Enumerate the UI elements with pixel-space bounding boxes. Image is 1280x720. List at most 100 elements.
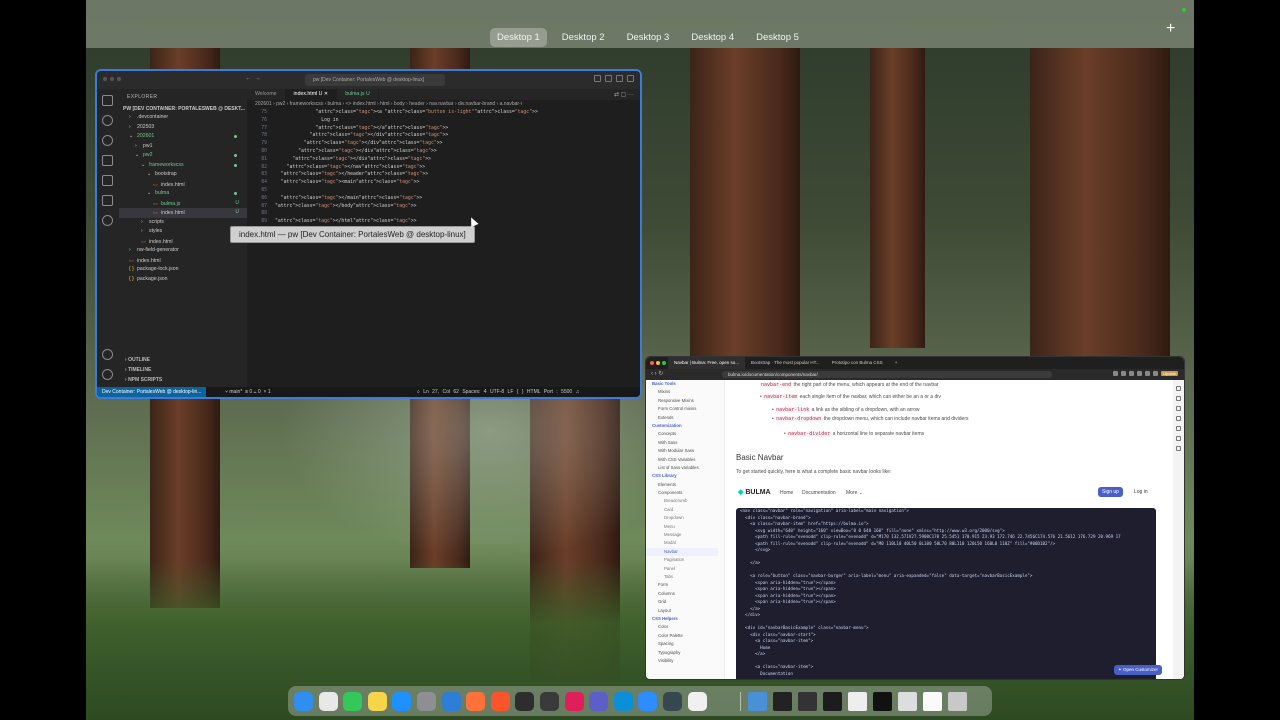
docs-nav-item[interactable]: Card [646, 506, 724, 514]
facetime-icon[interactable] [343, 692, 363, 711]
finder-icon[interactable] [294, 692, 313, 711]
docs-nav-item[interactable]: Basic Tools [646, 380, 724, 388]
bulma-logo[interactable]: ◆ BULMA [738, 488, 771, 496]
console-icon[interactable] [540, 692, 559, 711]
open-customizer-button[interactable]: ✦ Open Customizer [1113, 665, 1162, 675]
code-line[interactable]: 76 Log in [247, 117, 640, 125]
tree-item[interactable]: <> index.html U [119, 208, 247, 218]
code-line[interactable]: 87 "attrc">class="tagc"></body"attrc">cla… [247, 203, 640, 211]
code-line[interactable]: 80 "attrc">class="tagc"></div"attrc">cla… [247, 148, 640, 156]
docs-nav-item[interactable]: Components [646, 489, 724, 497]
tree-item[interactable]: › .devcontainer [119, 113, 247, 123]
command-center-search[interactable]: pw [Dev Container: PortalesWeb @ desktop… [305, 74, 445, 86]
code-line[interactable]: 75 "attrc">class="tagc"><a "attrc">class… [247, 109, 640, 117]
docs-nav-item[interactable]: Extends [646, 414, 724, 422]
code-line[interactable]: 79 "attrc">class="tagc"></div"attrc">cla… [247, 140, 640, 148]
remote-explorer-icon[interactable] [102, 195, 113, 206]
close-icon[interactable]: ✕ [324, 91, 328, 97]
docs-nav-item[interactable]: Spacing [646, 640, 724, 648]
accounts-icon[interactable] [102, 349, 113, 360]
minimized-window-3-icon[interactable] [823, 692, 842, 711]
docs-nav-item[interactable]: Dropdown [646, 514, 724, 522]
firefox-icon[interactable] [466, 692, 486, 711]
notes-icon[interactable] [367, 692, 387, 711]
tree-item[interactable]: <> index.html [119, 256, 247, 266]
manage-gear-icon[interactable] [102, 369, 113, 380]
edge-icon[interactable] [613, 692, 633, 711]
settings-icon[interactable] [417, 692, 436, 711]
docs-nav-item[interactable]: Breadcrumb [646, 497, 724, 505]
teams-icon[interactable] [589, 692, 609, 711]
outline-section[interactable]: › OUTLINE [119, 357, 247, 363]
example-nav-more[interactable]: More ⌄ [846, 490, 863, 496]
tree-item[interactable]: ⌄ pw2 [119, 151, 247, 161]
example-nav-documentation[interactable]: Documentation [802, 490, 836, 496]
rail-tools-icon[interactable] [1176, 416, 1181, 421]
indentation[interactable]: Spaces: 4 [462, 389, 486, 395]
rail-history-icon[interactable] [1176, 406, 1181, 411]
docs-nav-item[interactable]: CSS Library [646, 472, 724, 480]
tree-item[interactable]: › 202503 [119, 123, 247, 133]
history-nav-arrows[interactable]: ← → [245, 75, 261, 82]
rail-apps-icon[interactable] [1176, 426, 1181, 431]
code-sample[interactable]: <nav class="navbar" role="navigation" ar… [736, 508, 1156, 679]
downloads-folder-icon[interactable] [748, 692, 767, 711]
docs-nav-item[interactable]: Elements [646, 481, 724, 489]
breadcrumb[interactable]: 202601 › pw2 › frameworkscss › bulma › <… [247, 100, 640, 109]
zoom-icon[interactable] [638, 692, 658, 711]
docs-nav-item[interactable]: Modal [646, 539, 724, 547]
docs-nav-item[interactable]: Columns [646, 590, 724, 598]
code-line[interactable]: 84 "attrc">class="tagc"><main"attrc">cla… [247, 179, 640, 187]
docs-nav-item[interactable]: Tabs [646, 573, 724, 581]
encoding[interactable]: UTF-8 [490, 389, 504, 395]
add-desktop-button[interactable]: + [1166, 20, 1175, 38]
tree-item[interactable]: ⌄ frameworkscss [119, 161, 247, 171]
minimized-window-1-icon[interactable] [773, 692, 792, 711]
search-icon[interactable] [102, 115, 113, 126]
code-editor[interactable]: 75 "attrc">class="tagc"><a "attrc">class… [247, 109, 640, 226]
docs-nav-item[interactable]: Responsive Mixins [646, 397, 724, 405]
docs-nav-item[interactable]: Pagination [646, 556, 724, 564]
title-bar[interactable]: ← → pw [Dev Container: PortalesWeb @ des… [97, 71, 640, 90]
tree-item[interactable]: › styles [119, 227, 247, 237]
branch-status[interactable]: ⑂ main* [225, 389, 242, 395]
terminal-icon[interactable] [515, 692, 535, 711]
trash-icon[interactable] [948, 692, 967, 711]
rail-add-icon[interactable] [1176, 446, 1181, 451]
layout-toggle-icons[interactable] [594, 75, 634, 82]
end-of-line[interactable]: LF [508, 389, 514, 395]
tree-item[interactable]: › scripts [119, 218, 247, 228]
docs-nav-item[interactable]: Color [646, 623, 724, 631]
docs-nav-item[interactable]: Menu [646, 523, 724, 531]
minimized-window-6-icon[interactable] [898, 692, 917, 711]
zoom-icon[interactable]: ⌕ [417, 389, 420, 395]
vscode-window[interactable]: ← → pw [Dev Container: PortalesWeb @ des… [95, 69, 642, 399]
docs-nav-item[interactable]: Message [646, 531, 724, 539]
vpn-icon[interactable] [663, 692, 682, 711]
docs-nav-item[interactable]: Visibility [646, 657, 724, 665]
tree-item[interactable]: <> index.html [119, 180, 247, 190]
cursor-position[interactable]: Ln 27, Col 62 [423, 389, 459, 395]
tab-bulma-js[interactable]: bulma.js U [337, 89, 379, 100]
timeline-section[interactable]: › TIMELINE [119, 367, 247, 373]
vscode-icon[interactable] [441, 692, 461, 711]
minimized-window-5-icon[interactable] [873, 692, 892, 711]
docs-nav-item[interactable]: With Sass [646, 439, 724, 447]
docs-nav-item[interactable]: Panel [646, 565, 724, 573]
tree-item[interactable]: ⌄ 202601 [119, 132, 247, 142]
tree-item[interactable]: › pw1 [119, 142, 247, 152]
tab-bootstrap[interactable]: Bootstrap · The most popular HT... [745, 357, 826, 369]
tab-welcome[interactable]: Welcome [247, 89, 286, 100]
tree-item[interactable]: › nw-field-generator [119, 246, 247, 256]
tab-prototipo[interactable]: Prototipo con Bulma CSS [826, 357, 889, 369]
tree-item[interactable]: { } package.json [119, 275, 247, 285]
code-line[interactable]: 86 "attrc">class="tagc"></main"attrc">cl… [247, 195, 640, 203]
docs-nav-item[interactable]: Form [646, 581, 724, 589]
docs-nav-item[interactable]: Customization [646, 422, 724, 430]
docs-nav-item[interactable]: Layout [646, 607, 724, 615]
code-line[interactable]: 78 "attrc">class="tagc"></div"attrc">cla… [247, 132, 640, 140]
example-login-button[interactable]: Log in [1130, 487, 1152, 497]
minimized-window-4-icon[interactable] [848, 692, 867, 711]
desktop-tab-2[interactable]: Desktop 2 [555, 28, 612, 47]
tree-item[interactable]: ⌄ bootstrap [119, 170, 247, 180]
